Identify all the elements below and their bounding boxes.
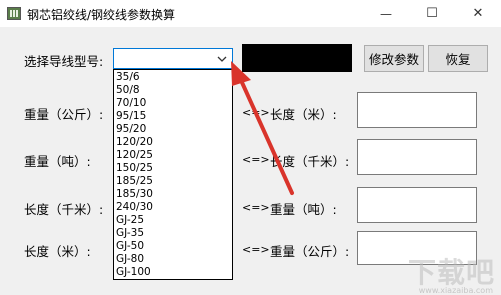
dropdown-option[interactable]: GJ-35 [116, 227, 144, 239]
weight-t-label: 重量（吨）: [24, 154, 91, 169]
dropdown-option[interactable]: 185/25 [116, 175, 153, 187]
dropdown-option[interactable]: GJ-80 [116, 253, 144, 265]
length-m-label: 长度（米）: [270, 107, 337, 122]
modify-params-button[interactable]: 修改参数 [364, 45, 424, 72]
weight-t-right-label: 重量（吨）: [270, 202, 337, 217]
convert-arrow-1: <=> [242, 106, 270, 119]
convert-arrow-3: <=> [242, 201, 270, 214]
maximize-button[interactable]: ☐ [409, 0, 455, 27]
dropdown-option[interactable]: 95/15 [116, 110, 146, 122]
dropdown-option[interactable]: 120/20 [116, 136, 153, 148]
length-km-label: 长度（千米）: [270, 154, 350, 169]
window-title: 钢芯铝绞线/钢绞线参数换算 [27, 8, 176, 22]
length-m-left-label: 长度（米）: [24, 244, 91, 259]
weight-t-input[interactable] [357, 187, 477, 223]
dropdown-option[interactable]: GJ-100 [116, 266, 151, 278]
dropdown-option[interactable]: 50/8 [116, 84, 140, 96]
watermark-url: www.xiazaiba.com [418, 286, 493, 295]
convert-arrow-4: <=> [242, 243, 270, 256]
title-bar: 钢芯铝绞线/钢绞线参数换算 — ☐ ✕ [0, 0, 501, 27]
select-model-label: 选择导线型号: [24, 54, 104, 69]
minimize-button[interactable]: — [363, 0, 409, 27]
dropdown-option[interactable]: GJ-25 [116, 214, 144, 226]
dropdown-option[interactable]: 150/25 [116, 162, 153, 174]
dropdown-option[interactable]: 70/10 [116, 97, 146, 109]
dropdown-option[interactable]: 185/30 [116, 188, 153, 200]
chevron-down-icon[interactable] [215, 52, 229, 66]
app-icon [7, 7, 21, 20]
weight-kg-label: 重量（公斤）: [24, 107, 104, 122]
dropdown-option[interactable]: 120/25 [116, 149, 153, 161]
dropdown-option[interactable]: 35/6 [116, 71, 140, 83]
dropdown-option[interactable]: 240/30 [116, 201, 153, 213]
model-dropdown-list[interactable]: 35/6 50/8 70/10 95/15 95/20 120/20 120/2… [113, 69, 233, 280]
restore-button[interactable]: 恢复 [428, 45, 488, 72]
model-display-box [242, 44, 352, 72]
length-m-input[interactable] [357, 92, 477, 128]
convert-arrow-2: <=> [242, 153, 270, 166]
dropdown-option[interactable]: 95/20 [116, 123, 146, 135]
length-km-left-label: 长度（千米）: [24, 202, 104, 217]
dropdown-option[interactable]: GJ-50 [116, 240, 144, 252]
weight-kg-right-label: 重量（公斤）: [270, 244, 350, 259]
length-km-input[interactable] [357, 139, 477, 175]
watermark-logo: 下载吧 [407, 256, 495, 289]
close-button[interactable]: ✕ [455, 0, 501, 27]
